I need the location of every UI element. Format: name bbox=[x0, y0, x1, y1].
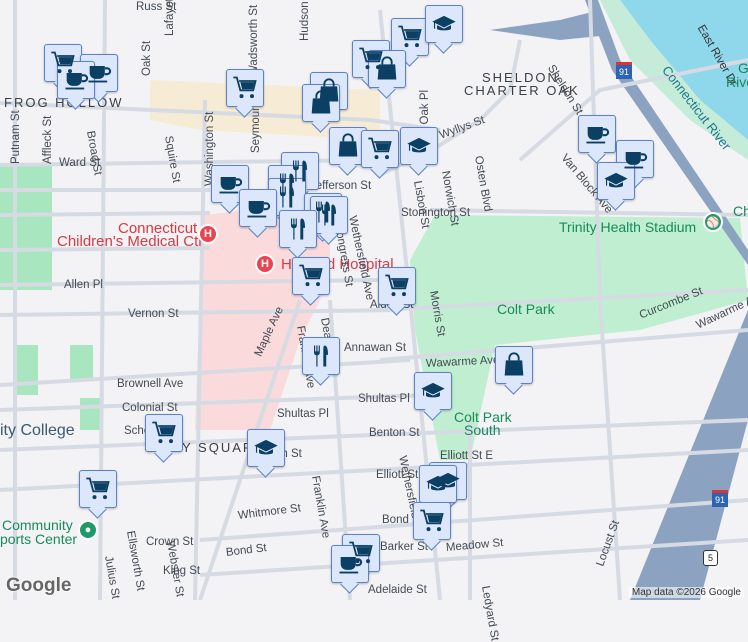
shopping-bag-marker[interactable] bbox=[302, 84, 340, 122]
us5-shield-icon: 5 bbox=[703, 550, 719, 566]
street-annawan: Annawan St bbox=[344, 342, 407, 354]
hospital-icon[interactable]: H bbox=[198, 224, 218, 244]
coffee-marker[interactable] bbox=[331, 545, 369, 583]
coffee-marker[interactable] bbox=[578, 115, 616, 153]
shopping-bag-marker[interactable] bbox=[495, 346, 533, 384]
restaurant-icon bbox=[291, 218, 305, 240]
poi-stadium[interactable]: Trinity Health Stadium bbox=[559, 219, 696, 235]
graduation-cap-icon bbox=[254, 439, 278, 455]
shopping-cart-icon bbox=[86, 477, 110, 500]
street-wadsworth: Wadsworth St bbox=[248, 4, 260, 76]
i91-shield-icon: 91 bbox=[712, 490, 729, 507]
street-brownell: Brownell Ave bbox=[117, 378, 184, 390]
street-hudson: Hudson St bbox=[299, 0, 311, 41]
school-marker[interactable] bbox=[414, 372, 452, 410]
street-allen: Allen Pl bbox=[64, 279, 103, 291]
street-colonial: Colonial St bbox=[122, 402, 178, 414]
coffee-cup-icon bbox=[219, 177, 243, 194]
shopping-cart-marker[interactable] bbox=[79, 470, 117, 508]
shopping-cart-marker[interactable] bbox=[226, 69, 264, 107]
street-shultas-2: Shultas Pl bbox=[358, 393, 410, 405]
shopping-cart-marker[interactable] bbox=[292, 257, 330, 295]
shopping-cart-marker[interactable] bbox=[145, 414, 183, 452]
shopping-bag-icon bbox=[338, 133, 358, 157]
poi-ch-partial: Ch bbox=[733, 203, 748, 219]
graduation-cap-icon bbox=[432, 15, 456, 31]
poi-rive-partial: Rive bbox=[726, 74, 748, 90]
street-king: King St bbox=[163, 565, 201, 577]
map-attribution[interactable]: Map data ©2026 Google bbox=[628, 587, 744, 598]
shopping-bag-marker[interactable] bbox=[368, 50, 406, 88]
shopping-cart-icon bbox=[233, 76, 257, 99]
poi-trinity-college[interactable]: ity College bbox=[0, 422, 75, 440]
shopping-cart-icon bbox=[385, 274, 409, 297]
poi-colt-park[interactable]: Colt Park bbox=[497, 301, 555, 317]
street-stonington: Stonington St bbox=[401, 207, 471, 219]
shopping-cart-marker[interactable] bbox=[361, 130, 399, 168]
street-benton: Benton St bbox=[369, 427, 420, 439]
restaurant-marker[interactable] bbox=[268, 178, 306, 216]
restaurant-icon bbox=[322, 204, 336, 226]
graduation-cap-icon bbox=[421, 382, 445, 398]
shopping-cart-icon bbox=[420, 509, 444, 532]
shopping-cart-icon bbox=[368, 137, 392, 160]
coffee-cup-icon bbox=[247, 201, 271, 218]
street-shultas: Shultas Pl bbox=[277, 408, 329, 420]
shopping-cart-marker[interactable] bbox=[391, 18, 429, 56]
google-logo[interactable]: Google bbox=[6, 575, 71, 597]
shopping-bag-icon bbox=[311, 90, 331, 114]
street-lafayette: Lafayette St bbox=[164, 0, 176, 36]
shopping-cart-marker[interactable] bbox=[413, 502, 451, 540]
restaurant-icon bbox=[314, 345, 328, 367]
street-oak: Oak St bbox=[141, 40, 153, 76]
graduation-cap-icon bbox=[407, 137, 431, 153]
street-jefferson: Jefferson St bbox=[310, 180, 372, 192]
graduation-cap-icon bbox=[604, 172, 628, 188]
shopping-bag-icon bbox=[504, 352, 524, 376]
restaurant-marker[interactable] bbox=[302, 337, 340, 375]
street-barker: Barker St bbox=[380, 541, 428, 553]
school-marker[interactable] bbox=[419, 465, 457, 503]
stadium-icon[interactable]: ⚾ bbox=[703, 212, 723, 232]
shopping-cart-icon bbox=[398, 25, 422, 48]
shopping-cart-marker[interactable] bbox=[378, 267, 416, 305]
street-putnam: Putnam St bbox=[10, 110, 22, 164]
street-affleck: Affleck St bbox=[42, 115, 54, 164]
school-marker[interactable] bbox=[247, 429, 285, 467]
school-marker[interactable] bbox=[425, 5, 463, 43]
street-crown: Crown St bbox=[146, 536, 194, 548]
shopping-cart-icon bbox=[299, 264, 323, 287]
street-adelaide: Adelaide St bbox=[368, 584, 427, 596]
shopping-cart-icon bbox=[152, 421, 176, 444]
restaurant-icon bbox=[280, 186, 294, 208]
street-vernon: Vernon St bbox=[128, 308, 179, 320]
poi-colt-park-south-2[interactable]: South bbox=[464, 422, 501, 438]
restaurant-marker[interactable] bbox=[310, 196, 348, 234]
coffee-marker[interactable] bbox=[239, 189, 277, 227]
coffee-cup-icon bbox=[65, 73, 89, 90]
coffee-cup-icon bbox=[339, 557, 363, 574]
restaurant-marker[interactable] bbox=[279, 210, 317, 248]
shopping-bag-icon bbox=[377, 56, 397, 80]
sports-center-icon[interactable]: ● bbox=[78, 520, 98, 540]
graduation-cap-icon bbox=[426, 475, 450, 491]
coffee-marker[interactable] bbox=[57, 61, 95, 99]
poi-ccmc-line2[interactable]: Children's Medical Ctr bbox=[57, 233, 203, 250]
neighborhood-barry-square: Y SQUAR bbox=[182, 440, 255, 455]
coffee-cup-icon bbox=[586, 127, 610, 144]
hospital-icon[interactable]: H bbox=[255, 254, 275, 274]
school-marker[interactable] bbox=[597, 162, 635, 200]
poi-community-2[interactable]: ports Center bbox=[0, 531, 77, 547]
school-marker[interactable] bbox=[400, 127, 438, 165]
street-ward: Ward St bbox=[59, 157, 101, 169]
i91-shield-icon: 91 bbox=[616, 62, 633, 79]
street-elliott-e: Elliott St E bbox=[440, 450, 494, 462]
shopping-bag-marker[interactable] bbox=[329, 127, 367, 165]
